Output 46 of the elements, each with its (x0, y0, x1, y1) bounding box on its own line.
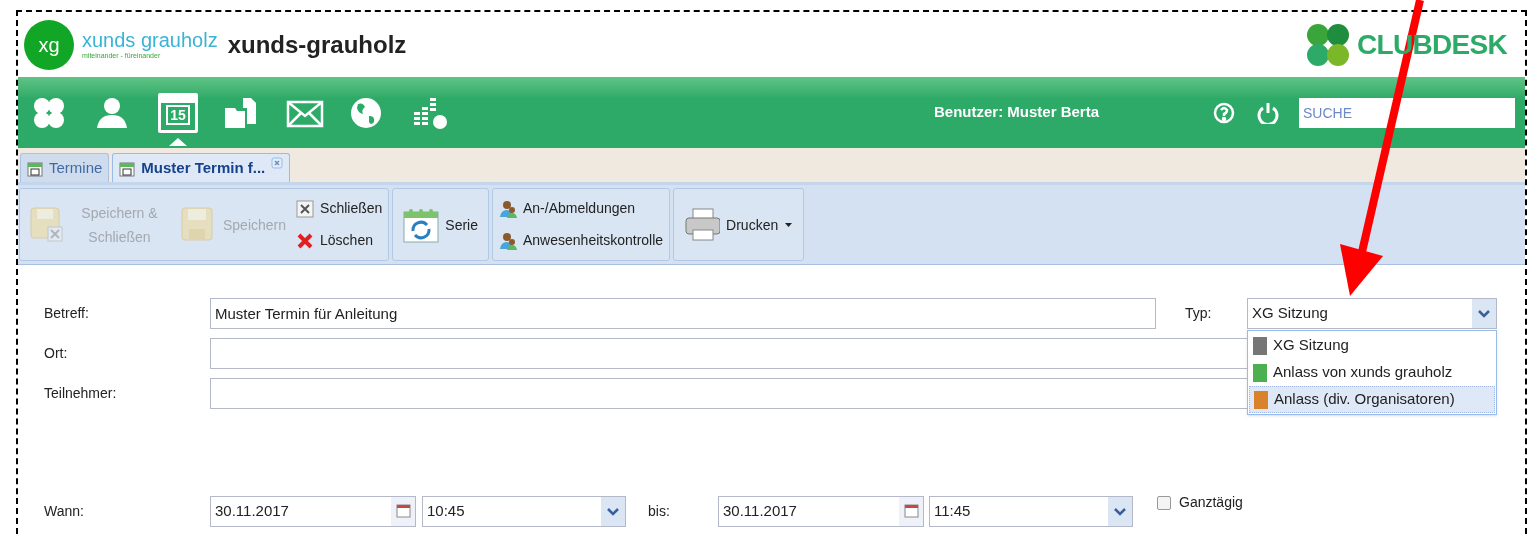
people-button[interactable]: Anwesenheitskontrolle (499, 227, 664, 254)
logo-name: xunds grauholz (82, 29, 218, 51)
calendar-icon (899, 497, 923, 526)
people-icon (499, 231, 517, 250)
calendar-icon (119, 159, 136, 177)
delete-icon (296, 231, 315, 250)
save-close-icon (30, 206, 66, 243)
tab[interactable]: Termine (20, 153, 110, 182)
close-button[interactable]: Schließen (296, 195, 383, 222)
logo-mark: xg (24, 19, 74, 70)
field-label: Betreff: (44, 304, 89, 323)
dropdown-option[interactable]: Anlass von xunds grauholz (1249, 359, 1495, 386)
coins-chart-icon (412, 95, 450, 130)
field-label: Teilnehmer: (44, 384, 117, 403)
subject-field[interactable]: Muster Termin für Anleitung (210, 298, 1156, 329)
printer-icon (684, 206, 721, 243)
recurring-calendar-icon (403, 206, 440, 243)
field-label: Typ: (1185, 304, 1212, 323)
people-icon (499, 199, 517, 218)
help-icon (1213, 101, 1235, 124)
clover-logo-icon (1305, 21, 1352, 68)
calendar-day: 15 (166, 104, 190, 125)
user-name: Benutzer: Muster Berta (933, 102, 1099, 123)
series-button[interactable]: Serie (399, 194, 482, 255)
site-title: xunds-grauholz (227, 29, 407, 60)
date-field[interactable]: 30.11.2017 (210, 496, 416, 527)
power-icon (1257, 101, 1279, 124)
field-label: bis: (648, 502, 670, 521)
field-label: Wann: (44, 502, 84, 521)
dropdown-option[interactable]: XG Sitzung (1249, 332, 1495, 359)
calendar-icon (27, 159, 43, 177)
people-button[interactable]: An-/Abmeldungen (499, 195, 664, 222)
search-field[interactable]: SUCHE (1299, 97, 1515, 128)
close-icon (296, 199, 315, 218)
calendar-icon (391, 497, 415, 526)
delete-button[interactable]: Löschen (296, 227, 383, 254)
print-button[interactable]: Drucken (680, 194, 798, 255)
date-field[interactable]: 30.11.2017 (718, 496, 924, 527)
tab[interactable]: Muster Termin f... (112, 153, 291, 182)
all-day-checkbox[interactable]: Ganztägig (1157, 492, 1243, 513)
field-label: Ort: (44, 344, 68, 363)
time-dropdown[interactable]: 10:45 (422, 496, 626, 527)
time-dropdown[interactable]: 11:45 (929, 496, 1133, 527)
close-icon[interactable] (271, 157, 284, 169)
dropdown-option[interactable]: Anlass (div. Organisatoren) (1249, 386, 1495, 413)
type-dropdown[interactable]: XG Sitzung (1247, 298, 1497, 329)
